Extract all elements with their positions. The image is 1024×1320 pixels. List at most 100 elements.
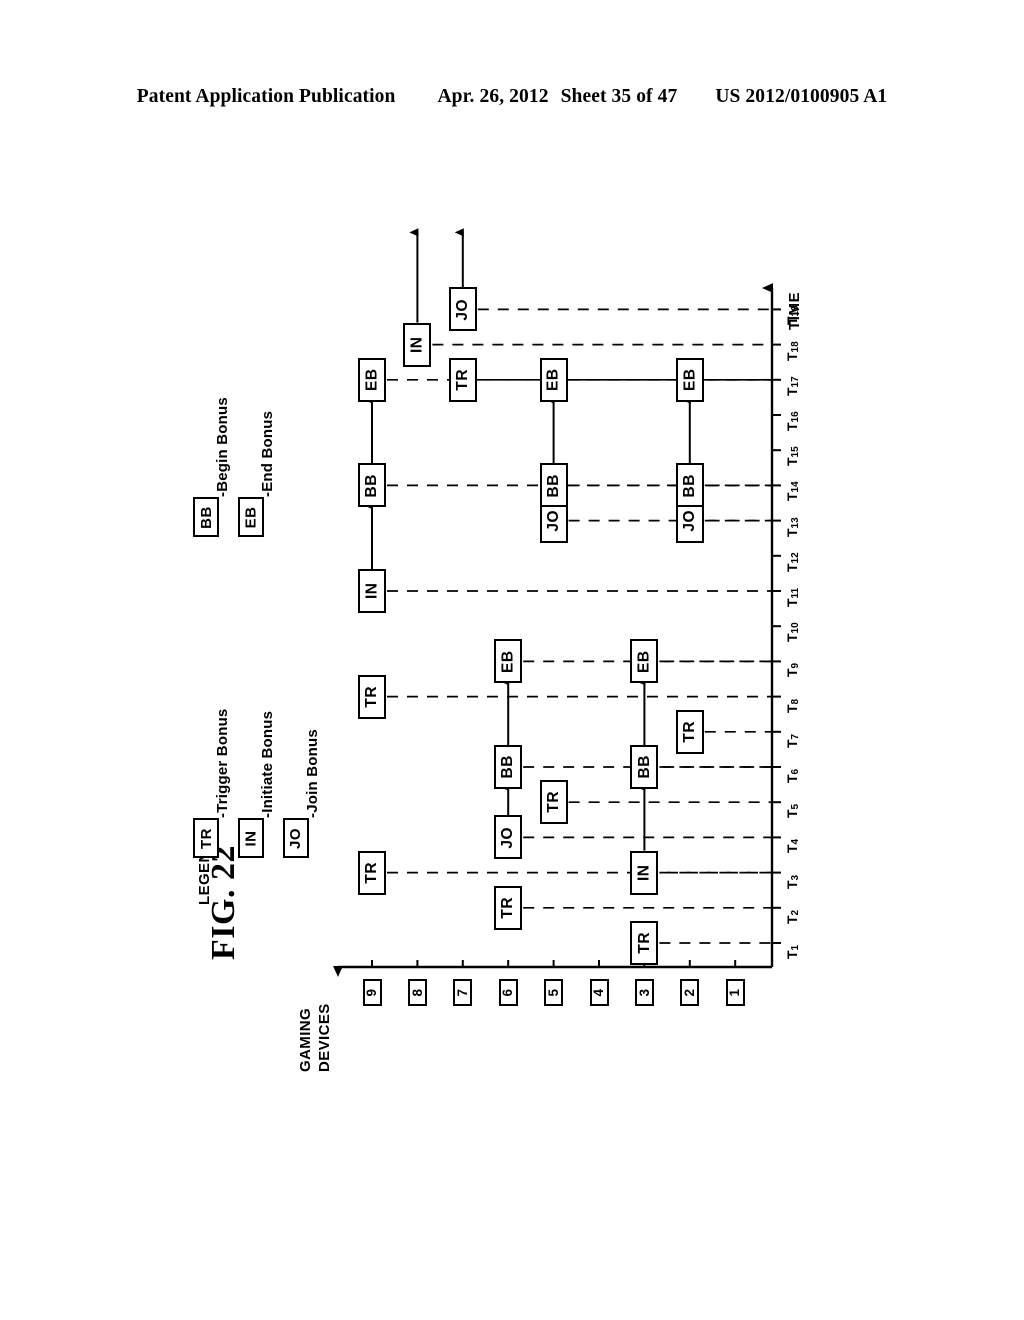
time-label-index: 6 [790, 768, 801, 775]
event-box-label: JO [681, 509, 699, 532]
time-label-prefix: T [784, 844, 800, 854]
publication-date: Apr. 26, 2012 [437, 86, 549, 107]
event-box-jo: JO [448, 287, 477, 332]
event-box-label: BB [681, 473, 699, 498]
device-label-text: 5 [545, 988, 561, 997]
time-label-index: 11 [790, 587, 801, 599]
device-label-2: 2 [680, 979, 700, 1006]
event-box-label: BB [544, 473, 562, 498]
time-label-index: 16 [790, 411, 801, 423]
event-box-bb: BB [539, 463, 568, 508]
event-box-label: TR [363, 685, 381, 708]
event-box-eb: EB [539, 357, 568, 402]
time-label-prefix: T [784, 387, 800, 396]
document-number: US 2012/0100905 A1 [715, 86, 888, 107]
event-box-label: BB [499, 755, 517, 779]
time-label-t11: T11 [784, 587, 801, 607]
time-label-index: 4 [790, 839, 801, 845]
time-label-prefix: T [784, 422, 800, 431]
time-label-index: 12 [790, 552, 801, 564]
event-box-jo: JO [494, 815, 523, 860]
time-label-t9: T9 [784, 663, 801, 677]
device-label-text: 1 [727, 988, 743, 997]
event-box-label: TR [635, 932, 653, 954]
time-label-prefix: T [784, 352, 800, 361]
legend-text-bb: -Begin Bonus [214, 397, 231, 497]
time-label-index: 15 [790, 446, 801, 458]
event-box-label: BB [635, 755, 653, 779]
event-box-eb: EB [358, 357, 386, 402]
device-label-1: 1 [725, 979, 745, 1006]
device-label-3: 3 [634, 979, 654, 1006]
event-box-label: BB [363, 473, 381, 498]
time-label-prefix: T [784, 704, 800, 713]
legend-text-eb: -End Bonus [259, 410, 276, 497]
patent-header: Patent Application Publication Apr. 26, … [0, 86, 1024, 108]
event-box-label: EB [681, 368, 699, 392]
leader-lines-group [387, 308, 772, 944]
event-box-in: IN [403, 322, 432, 367]
event-box-label: TR [544, 791, 562, 814]
time-label-t13: T13 [784, 516, 801, 537]
time-label-t14: T14 [784, 482, 801, 502]
event-box-in: IN [358, 569, 386, 613]
legend-text-jo: -Join Bonus [304, 729, 321, 818]
time-label-index: 13 [790, 516, 801, 529]
time-label-t12: T12 [784, 552, 801, 572]
time-label-prefix: T [784, 880, 800, 889]
time-label-prefix: T [784, 915, 800, 924]
device-label-text: 9 [364, 988, 380, 997]
time-label-t17: T17 [784, 376, 801, 396]
device-label-text: 2 [682, 988, 698, 997]
publication-label: Patent Application Publication [136, 86, 396, 107]
event-box-tr: TR [358, 850, 386, 895]
time-label-t7: T7 [784, 734, 801, 748]
legend-box-code: JO [287, 827, 305, 849]
device-label-text: 4 [591, 988, 607, 997]
time-label-t4: T4 [784, 839, 801, 854]
time-label-t19: T19 [784, 305, 801, 326]
time-label-t8: T8 [784, 698, 801, 713]
event-box-bb: BB [494, 745, 523, 789]
time-label-t1: T1 [784, 945, 801, 959]
legend-box-code: EB [242, 506, 260, 528]
time-label-prefix: T [784, 633, 800, 643]
time-label-prefix: T [784, 316, 800, 326]
legend-box-code: IN [242, 830, 260, 846]
device-label-8: 8 [407, 979, 427, 1006]
time-label-index: 2 [790, 909, 801, 916]
event-box-label: JO [544, 509, 562, 532]
time-label-index: 17 [790, 376, 801, 388]
event-box-in: IN [630, 850, 659, 895]
time-label-prefix: T [784, 598, 800, 607]
time-label-t18: T18 [784, 340, 801, 361]
event-box-tr: TR [358, 674, 386, 719]
axis-ticks-group [371, 308, 781, 968]
time-label-index: 5 [790, 804, 801, 810]
time-label-t16: T16 [784, 411, 801, 431]
event-box-label: JO [454, 298, 472, 321]
time-label-t5: T5 [784, 804, 801, 818]
time-label-t3: T3 [784, 874, 801, 889]
event-box-eb: EB [630, 639, 659, 684]
time-label-t15: T15 [784, 446, 801, 467]
event-box-label: EB [635, 650, 653, 673]
time-label-prefix: T [784, 492, 800, 502]
time-label-index: 19 [790, 305, 801, 317]
time-label-prefix: T [784, 774, 800, 783]
time-label-index: 18 [790, 340, 801, 353]
y-axis-title-line2: DEVICES [316, 1003, 333, 1072]
event-box-tr: TR [448, 357, 477, 402]
time-label-prefix: T [784, 739, 800, 748]
legend-text-in: -Initiate Bonus [259, 710, 276, 818]
device-label-text: 8 [409, 988, 425, 997]
time-label-index: 9 [790, 663, 801, 669]
device-label-4: 4 [589, 979, 609, 1006]
device-label-text: 7 [455, 988, 471, 997]
time-label-t10: T10 [784, 623, 801, 643]
y-axis-title: GAMING DEVICES [296, 1003, 334, 1072]
event-box-bb: BB [630, 745, 659, 789]
legend-text-tr: -Trigger Bonus [214, 708, 231, 818]
event-box-bb: BB [675, 463, 704, 508]
event-box-eb: EB [675, 357, 704, 402]
